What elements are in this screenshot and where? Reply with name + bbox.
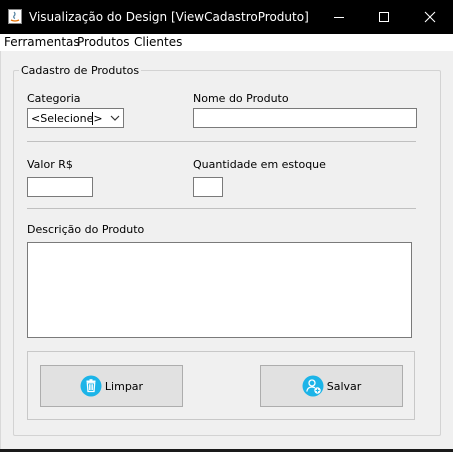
java-app-icon: [8, 9, 22, 24]
menu-bar: Ferramentas Produtos Clientes: [0, 34, 453, 51]
quantidade-label: Quantidade em estoque: [193, 158, 326, 171]
close-button[interactable]: [407, 0, 453, 34]
descricao-label: Descrição do Produto: [27, 223, 145, 236]
minimize-button[interactable]: [316, 0, 362, 34]
valor-label: Valor R$: [27, 158, 73, 171]
text-caret: [92, 112, 93, 125]
categoria-label: Categoria: [27, 92, 81, 105]
maximize-icon: [379, 12, 389, 22]
close-icon: [424, 11, 436, 23]
group-title: Cadastro de Produtos: [19, 64, 142, 77]
salvar-label: Salvar: [326, 379, 362, 393]
salvar-button[interactable]: Salvar: [260, 365, 403, 407]
menu-produtos[interactable]: Produtos: [77, 35, 130, 49]
menu-clientes[interactable]: Clientes: [134, 35, 182, 49]
add-user-icon: [302, 375, 324, 397]
nome-label: Nome do Produto: [193, 92, 289, 105]
form-panel: Cadastro de Produtos Categoria <Selecion…: [0, 51, 453, 449]
quantidade-field[interactable]: [193, 177, 223, 197]
minimize-icon: [334, 17, 344, 18]
window-title: Visualização do Design [ViewCadastroProd…: [29, 10, 309, 24]
trash-icon: [80, 375, 102, 397]
categoria-combobox[interactable]: <Selecione>: [27, 108, 124, 128]
separator: [27, 141, 416, 142]
limpar-label: Limpar: [104, 379, 144, 393]
buttons-panel: Limpar Salvar: [27, 351, 415, 420]
maximize-button[interactable]: [361, 0, 407, 34]
chevron-down-icon[interactable]: [110, 113, 120, 123]
title-bar[interactable]: Visualização do Design [ViewCadastroProd…: [0, 0, 453, 34]
nome-produto-field[interactable]: [193, 108, 417, 128]
menu-ferramentas[interactable]: Ferramentas: [4, 35, 80, 49]
descricao-textarea[interactable]: [27, 242, 412, 338]
separator: [27, 208, 416, 209]
limpar-button[interactable]: Limpar: [40, 365, 183, 407]
valor-field[interactable]: [27, 177, 93, 197]
